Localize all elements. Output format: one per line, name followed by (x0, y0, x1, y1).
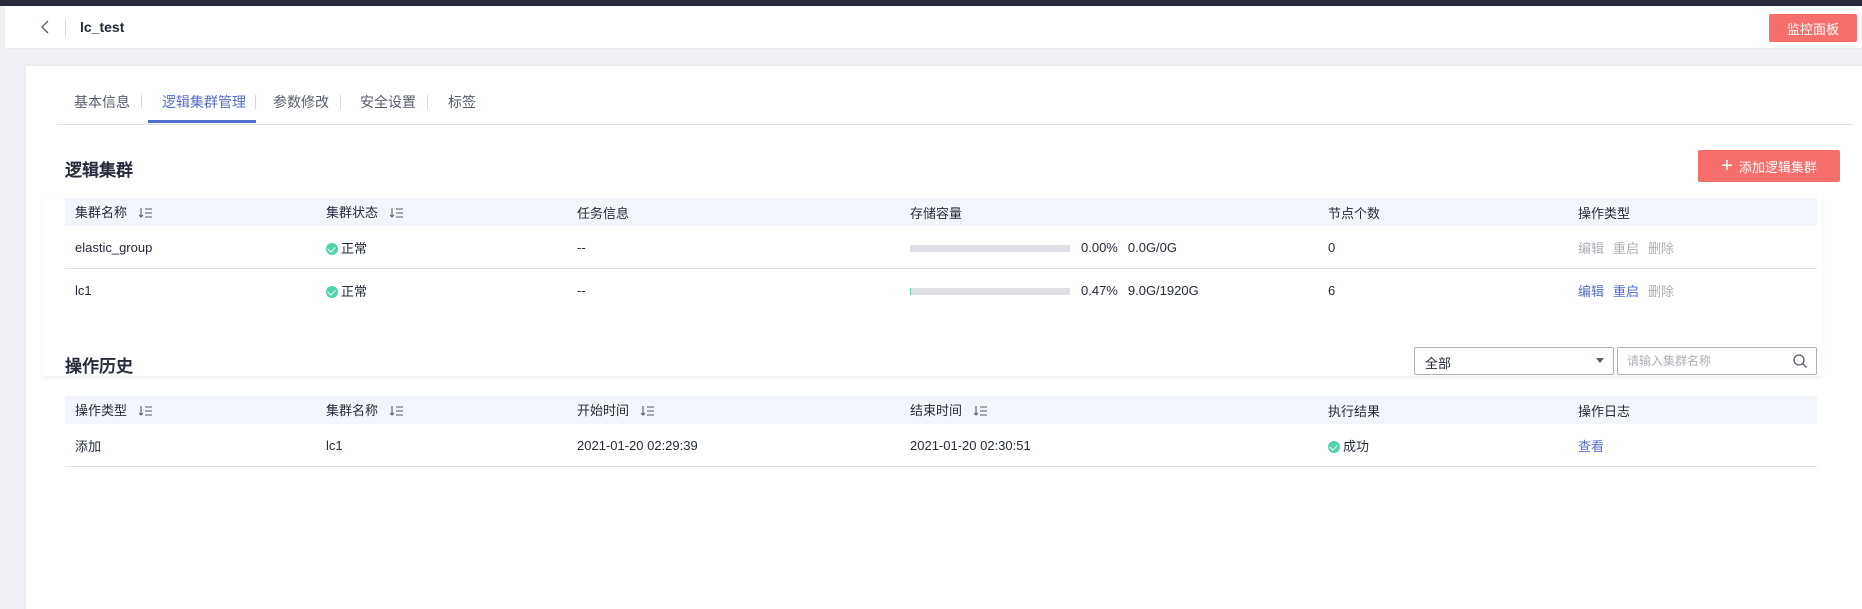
operation-log: 查看 (1568, 424, 1817, 467)
column-header-label: 集群名称 (326, 403, 379, 418)
page-title: lc_test (80, 19, 125, 35)
storage-progress-fill (910, 287, 911, 295)
tab-separator (255, 95, 256, 109)
table-row: elastic_group 正常 -- 0.00% 0.0G/0G 0 编辑 重启删… (65, 226, 1817, 269)
tab-separator (340, 95, 341, 109)
tab-bar: 基本信息 逻辑集群管理 参数修改 安全设置 标签 (57, 66, 1852, 125)
edit-link[interactable]: 编辑 (1578, 284, 1604, 299)
header-divider (65, 20, 66, 36)
tab-tags[interactable]: 标签 (448, 92, 476, 112)
table-header-row: 集群名称 集群状态 任务信息 存储容量 节点个数 操作类型 (65, 198, 1817, 226)
start-time: 2021-01-20 02:29:39 (567, 424, 900, 467)
operation-links: 编辑 重启 删除 (1568, 226, 1817, 269)
column-header-storage: 存储容量 (900, 198, 1318, 226)
sort-icon[interactable] (389, 405, 404, 420)
column-header-cluster-name: 集群名称 (65, 198, 316, 226)
search-icon[interactable] (1792, 353, 1808, 369)
column-header-label: 集群状态 (326, 205, 379, 220)
tab-security-settings[interactable]: 安全设置 (360, 92, 416, 112)
tab-separator (427, 95, 428, 109)
cluster-search-input[interactable] (1618, 348, 1787, 374)
restart-link: 重启 (1613, 240, 1640, 256)
filter-selected-value: 全部 (1425, 356, 1452, 371)
cluster-status: 正常 (316, 269, 567, 312)
table-row: 添加 lc1 2021-01-20 02:29:39 2021-01-20 02… (65, 424, 1817, 467)
task-info: -- (567, 226, 900, 269)
operation-links: 编辑 重启 删除 (1568, 269, 1817, 312)
check-circle-icon (1328, 440, 1340, 453)
view-log-link[interactable]: 查看 (1578, 439, 1604, 454)
tab-logical-cluster-management[interactable]: 逻辑集群管理 (162, 92, 246, 112)
restart-link[interactable]: 重启 (1613, 284, 1639, 299)
storage-progress-bar (910, 244, 1070, 252)
sort-icon[interactable] (640, 405, 655, 420)
node-count: 0 (1318, 226, 1568, 269)
sort-icon[interactable] (973, 405, 988, 420)
logical-cluster-section-title: 逻辑集群 (65, 161, 133, 180)
check-circle-icon (326, 285, 338, 298)
column-header-task-info: 任务信息 (567, 198, 900, 226)
column-header-label: 操作类型 (75, 403, 128, 418)
monitor-panel-button[interactable]: 监控面板 (1769, 14, 1857, 42)
node-count: 6 (1328, 282, 1336, 298)
caret-down-icon (1596, 358, 1604, 363)
end-time: 2021-01-20 02:30:51 (900, 424, 1318, 467)
column-header-cluster-name: 集群名称 (316, 396, 567, 424)
storage-capacity: 0.00% 0.0G/0G (900, 226, 1318, 269)
sort-icon[interactable] (138, 405, 153, 420)
active-tab-indicator (148, 120, 256, 123)
cluster-table: 集群名称 集群状态 任务信息 存储容量 节点个数 操作类型 elastic_gr… (65, 198, 1817, 311)
operation-history-section-title: 操作历史 (65, 357, 133, 376)
storage-usage: 9.0G/1920G (1127, 282, 1199, 298)
operation-type: 添加 (65, 424, 316, 467)
column-header-label: 开始时间 (577, 403, 630, 418)
column-header-end-time: 结束时间 (900, 396, 1318, 424)
column-header-result: 执行结果 (1318, 396, 1568, 424)
main-panel: 基本信息 逻辑集群管理 参数修改 安全设置 标签 逻辑集群 + 添加逻辑集群 集… (26, 66, 1862, 609)
cluster-status: 正常 (316, 226, 567, 269)
storage-percent: 0.47% (1081, 282, 1118, 298)
execution-result: 成功 (1318, 424, 1568, 467)
column-header-start-time: 开始时间 (567, 396, 900, 424)
delete-link: 删除 (1648, 283, 1675, 299)
status-text: 正常 (341, 240, 368, 256)
result-text: 成功 (1343, 438, 1370, 454)
cluster-name: elastic_group (65, 226, 316, 269)
sort-icon[interactable] (138, 207, 153, 222)
storage-capacity: 0.47% 9.0G/1920G (900, 269, 1318, 312)
column-header-operation-log: 操作日志 (1568, 396, 1817, 424)
tab-separator (141, 95, 142, 109)
cluster-name: lc1 (316, 424, 567, 467)
add-logical-cluster-button[interactable]: + 添加逻辑集群 (1698, 150, 1840, 182)
column-header-operation-type: 操作类型 (1568, 198, 1817, 226)
sort-icon[interactable] (389, 207, 404, 222)
table-header-row: 操作类型 集群名称 开始时间 结束时间 执行结果 操作日志 (65, 396, 1817, 424)
column-header-label: 集群名称 (75, 205, 128, 220)
plus-icon: + (1721, 155, 1733, 177)
add-logical-cluster-label: 添加逻辑集群 (1738, 159, 1817, 175)
page-header: lc_test 监控面板 (5, 6, 1862, 49)
task-info: -- (577, 282, 586, 298)
table-row: lc1 正常 -- 0.47% 9.0G/1920G 6 编辑 重启 删除 (65, 269, 1817, 312)
column-header-node-count: 节点个数 (1318, 198, 1568, 226)
history-table: 操作类型 集群名称 开始时间 结束时间 执行结果 操作日志 添加 lc1 202… (65, 396, 1817, 467)
column-header-operation-type: 操作类型 (65, 396, 316, 424)
tab-parameter-modify[interactable]: 参数修改 (273, 92, 329, 112)
delete-link: 删除 (1648, 240, 1675, 256)
history-filter-select[interactable]: 全部 (1414, 347, 1614, 375)
column-header-cluster-status: 集群状态 (316, 198, 567, 226)
storage-percent: 0.00% (1081, 239, 1118, 255)
edit-link: 编辑 (1578, 240, 1605, 256)
storage-usage: 0.0G/0G (1127, 239, 1178, 255)
tab-basic-info[interactable]: 基本信息 (74, 92, 130, 112)
status-text: 正常 (341, 283, 368, 299)
back-icon[interactable] (37, 18, 55, 36)
column-header-label: 结束时间 (910, 403, 963, 418)
cluster-search-box (1617, 347, 1817, 375)
cluster-name: lc1 (75, 282, 92, 298)
check-circle-icon (326, 242, 338, 255)
storage-progress-bar (910, 287, 1070, 295)
